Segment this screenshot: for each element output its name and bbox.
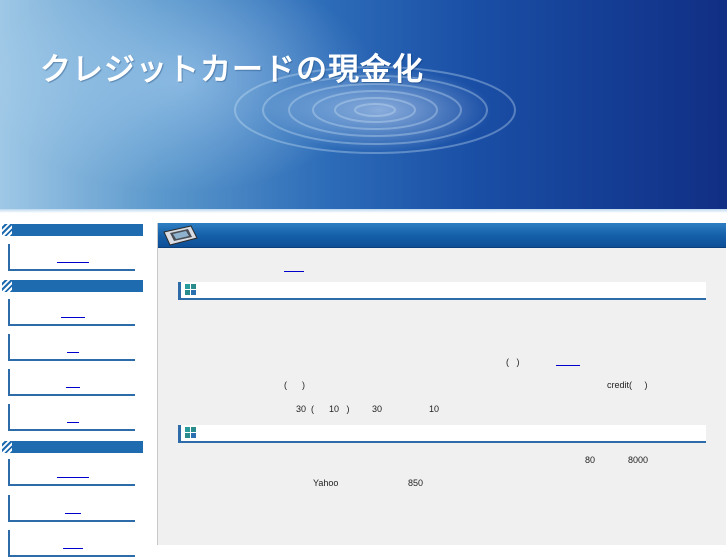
sidebar-group-header [2,441,143,453]
section-header [178,282,706,300]
sidebar-link[interactable] [66,344,79,353]
site-title: クレジットカードの現金化 [40,52,424,88]
para4-text-b: 8000 [628,455,649,465]
device-icon [163,225,198,246]
content-header-bar [158,223,726,248]
site-header: クレジットカードの現金化 [0,0,727,213]
sidebar-item[interactable] [8,334,135,361]
sidebar-link[interactable] [56,469,89,478]
para2-credit: credit( ) [607,380,648,390]
content-area: ( ) ( ) credit( ) 30 ( 10 ) 30 10 80 800… [157,223,726,545]
para2-paren: ( ) [284,380,305,390]
sidebar-item[interactable] [8,459,135,486]
intro-link[interactable] [284,263,304,272]
section-header [178,425,706,443]
para1-link[interactable] [556,357,580,366]
para3-text-a: 30 ( 10 ) [296,404,350,414]
sidebar-link[interactable] [64,505,81,514]
sidebar-item[interactable] [8,244,135,271]
sidebar-item[interactable] [8,530,135,557]
sidebar-item[interactable] [8,495,135,522]
sidebar-item[interactable] [8,299,135,326]
section-header-accent [178,425,181,443]
grid-icon [185,427,197,439]
sidebar-group-header [2,224,143,236]
para3-text-b: 30 [372,404,383,414]
para5-text-b: 850 [408,478,424,488]
sidebar-link[interactable] [56,254,89,263]
sidebar-link[interactable] [60,309,85,318]
para3-text-c: 10 [429,404,440,414]
sidebar-link[interactable] [65,379,80,388]
sidebar-group-header [2,280,143,292]
sidebar-link[interactable] [66,414,79,423]
grid-icon [185,284,197,296]
section-header-accent [178,282,181,300]
sidebar-item[interactable] [8,369,135,396]
water-ripple-graphic [234,66,516,154]
para1-paren: ( ) [506,357,520,367]
para5-text-a: Yahoo [313,478,339,488]
sidebar [0,213,150,557]
para4-text-a: 80 [585,455,596,465]
sidebar-item[interactable] [8,404,135,431]
